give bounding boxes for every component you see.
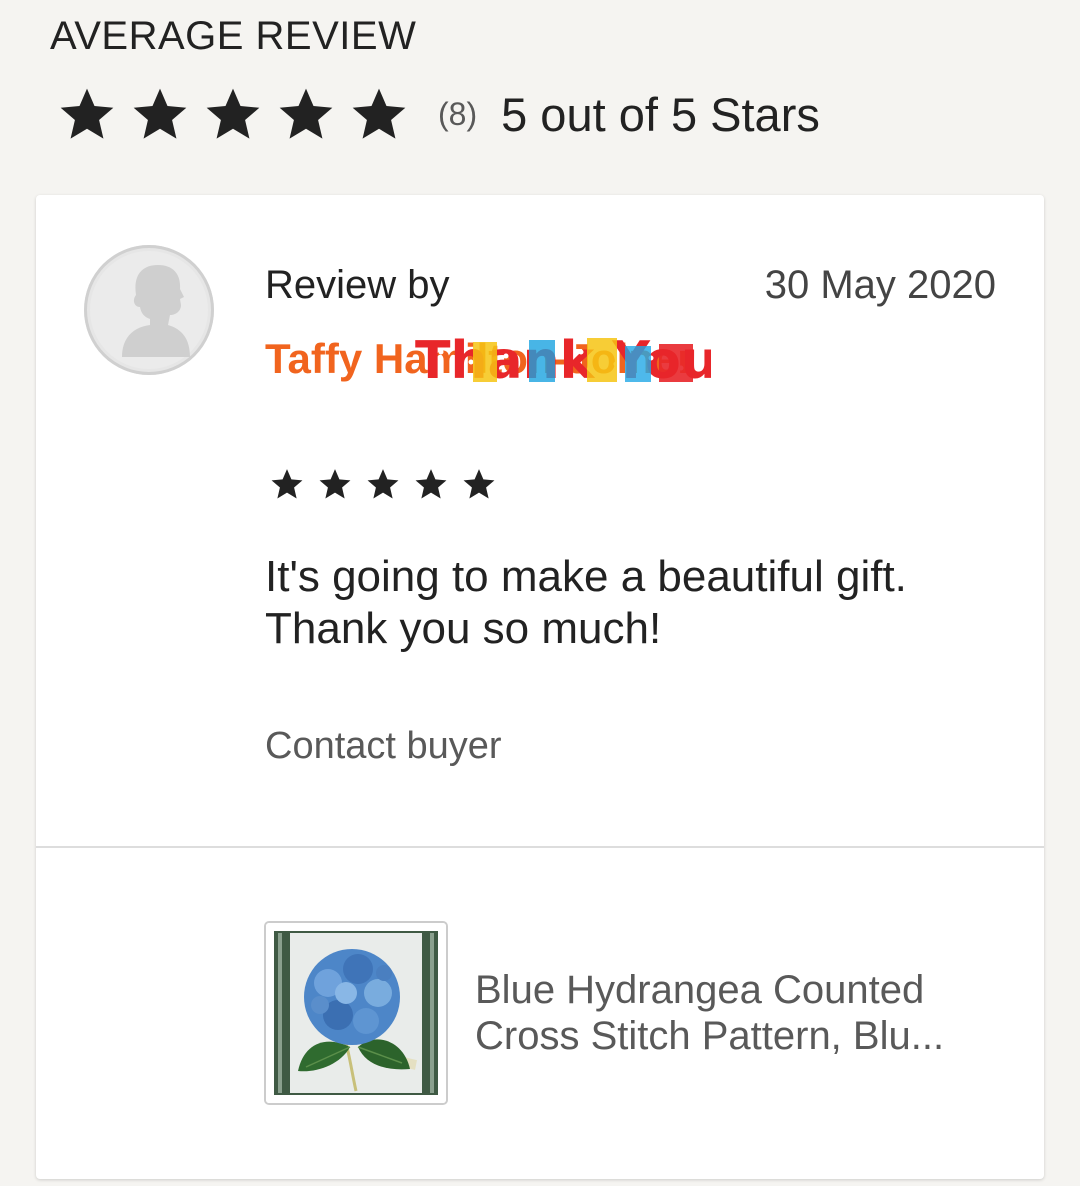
average-rating-text: 5 out of 5 Stars: [501, 87, 820, 141]
star-icon: [367, 469, 399, 499]
divider: [36, 846, 1044, 848]
star-icon: [133, 88, 187, 139]
average-rating-row: (8) 5 out of 5 Stars: [58, 82, 820, 146]
average-review-title: AVERAGE REVIEW: [50, 14, 417, 58]
star-icon: [271, 469, 303, 499]
review-count: (8): [438, 95, 478, 132]
star-icon: [319, 469, 351, 499]
blue-hydrangea-thumbnail: [266, 923, 446, 1103]
review-card: Review by 30 May 2020 Taffy Hamilton-Joi…: [36, 195, 1044, 1179]
star-icon: [60, 88, 114, 139]
star-icon: [463, 469, 495, 499]
default-avatar-icon: [122, 265, 190, 357]
contact-buyer-link[interactable]: Contact buyer: [265, 725, 502, 768]
review-date: 30 May 2020: [764, 263, 996, 307]
review-by-label: Review by: [265, 263, 450, 307]
product-title-line2: Cross Stitch Pattern, Blu...: [475, 1014, 945, 1058]
star-icon: [206, 88, 260, 139]
product-thumbnail[interactable]: [264, 921, 448, 1105]
review-text: It's going to make a beautiful gift. Tha…: [265, 552, 907, 653]
star-icon: [352, 88, 406, 139]
star-icon: [279, 88, 333, 139]
reviewer-avatar[interactable]: [84, 245, 214, 375]
average-rating-stars: [58, 85, 408, 143]
review-rating-stars: [270, 467, 496, 501]
product-title-link[interactable]: Blue Hydrangea Counted Cross Stitch Patt…: [475, 967, 1010, 1059]
thank-you-sticker: Thank You: [415, 331, 711, 391]
product-title-line1: Blue Hydrangea Counted: [475, 968, 925, 1012]
star-icon: [415, 469, 447, 499]
